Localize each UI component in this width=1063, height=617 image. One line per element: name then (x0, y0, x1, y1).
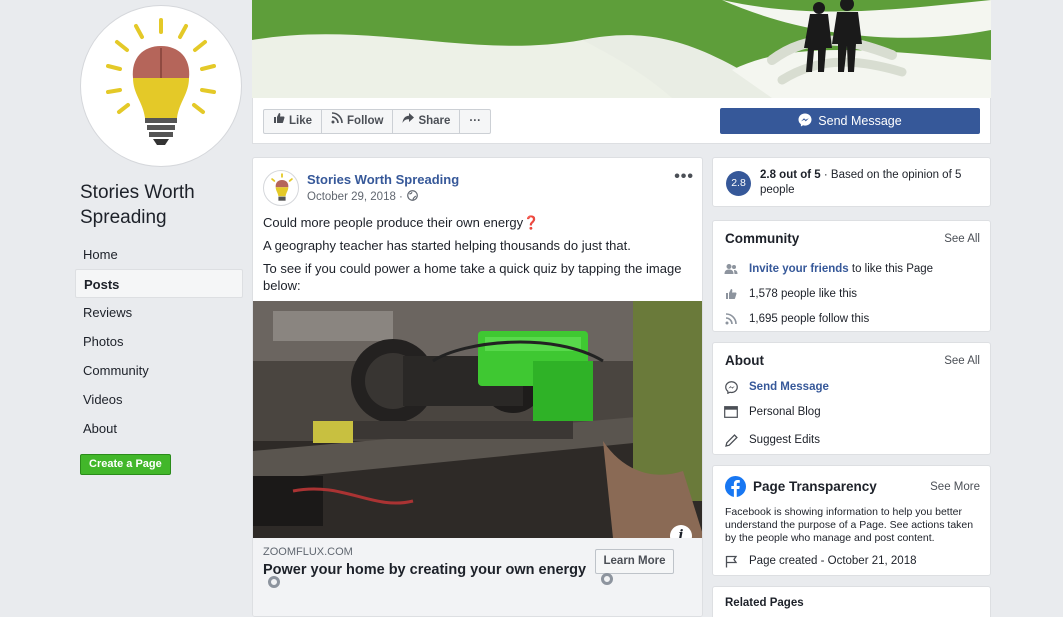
rating-text: 2.8 out of 5 · Based on the opinion of 5… (760, 168, 985, 198)
page-created-row: Page created - October 21, 2018 (723, 553, 917, 569)
post-options-button[interactable]: ••• (674, 168, 694, 186)
share-button[interactable]: Share (393, 110, 461, 133)
flag-icon (723, 553, 739, 569)
link-preview[interactable]: ZOOMFLUX.COM Power your home by creating… (253, 538, 702, 616)
about-send-message-link[interactable]: Send Message (749, 381, 829, 393)
rating-badge: 2.8 (726, 171, 751, 196)
community-see-all-link[interactable]: See All (944, 233, 980, 245)
page-created-text: Page created - October 21, 2018 (749, 555, 917, 567)
page-transparency-title: Page Transparency (753, 479, 877, 494)
related-pages-title: Related Pages (725, 597, 804, 609)
page-title-line1: Stories Worth (80, 182, 195, 203)
page-transparency-description: Facebook is showing information to help … (725, 506, 974, 544)
page-action-bar: Like Follow Share ··· Send Message (252, 98, 991, 144)
community-card: Community See All Invite your friends to… (712, 220, 991, 332)
post-ad-image[interactable]: i (253, 301, 702, 538)
about-card: About See All Send Message Personal Blog… (712, 342, 991, 455)
post-line-2: A geography teacher has started helping … (263, 238, 631, 253)
cover-illustration (252, 0, 991, 98)
rss-icon (723, 311, 739, 327)
page-transparency-see-more-link[interactable]: See More (930, 481, 980, 493)
pencil-icon (723, 432, 739, 448)
messenger-icon (723, 379, 739, 395)
nav-item-posts[interactable]: Posts (75, 269, 243, 298)
likes-row: 1,578 people like this (723, 286, 857, 302)
blog-icon (723, 404, 739, 420)
nav-item-photos[interactable]: Photos (75, 327, 243, 356)
invite-friends-link[interactable]: Invite your friends (749, 263, 849, 275)
thumbs-up-icon (723, 286, 739, 302)
learn-more-button[interactable]: Learn More (595, 549, 674, 574)
thumbs-up-icon (273, 110, 285, 133)
cover-photo[interactable] (252, 0, 991, 98)
nav-item-reviews[interactable]: Reviews (75, 298, 243, 327)
post-timestamp: October 29, 2018 · (307, 190, 418, 204)
post-line-3: To see if you could power a home take a … (263, 261, 682, 293)
lightbulb-brain-logo (106, 18, 216, 145)
rating-card: 2.8 2.8 out of 5 · Based on the opinion … (712, 157, 991, 207)
create-page-button[interactable]: Create a Page (80, 454, 171, 475)
rating-score[interactable]: 2.8 out of 5 (760, 169, 821, 181)
follow-button[interactable]: Follow (322, 110, 394, 133)
friends-icon (723, 261, 739, 277)
globe-icon (407, 190, 418, 204)
share-label: Share (418, 115, 451, 127)
post-line-1: Could more people produce their own ener… (263, 214, 693, 231)
rss-follow-icon (331, 110, 343, 133)
personal-blog-text[interactable]: Personal Blog (749, 406, 821, 418)
page-navigation: Home Posts Reviews Photos Community Vide… (75, 240, 243, 443)
about-send-message-row: Send Message (723, 379, 829, 395)
community-title: Community (725, 231, 800, 246)
page-title-line2: Spreading (80, 207, 167, 228)
post-author-avatar[interactable] (263, 170, 299, 206)
follow-label: Follow (347, 115, 384, 127)
follows-count-text[interactable]: 1,695 people follow this (749, 313, 869, 325)
loading-spinner-icon (268, 576, 280, 588)
lightbulb-brain-logo (271, 173, 293, 201)
nav-item-home[interactable]: Home (75, 240, 243, 269)
suggest-edits-row: Suggest Edits (723, 432, 820, 448)
suggest-edits-text[interactable]: Suggest Edits (749, 434, 820, 446)
post-line-1-text: Could more people produce their own ener… (263, 215, 524, 230)
post-card: Stories Worth Spreading October 29, 2018… (252, 157, 703, 617)
send-message-label: Send Message (818, 114, 902, 128)
personal-blog-row: Personal Blog (723, 404, 821, 420)
page-title: Stories Worth Spreading (80, 180, 240, 230)
post-date-text[interactable]: October 29, 2018 · (307, 191, 403, 203)
send-message-button[interactable]: Send Message (720, 108, 980, 134)
invite-friends-suffix: to like this Page (851, 263, 934, 275)
post-author-name[interactable]: Stories Worth Spreading (307, 172, 459, 187)
page-transparency-card: Page Transparency See More Facebook is s… (712, 465, 991, 576)
invite-friends-row: Invite your friends to like this Page (723, 261, 933, 277)
like-label: Like (289, 115, 313, 127)
share-arrow-icon (402, 110, 415, 133)
page-action-buttons: Like Follow Share ··· (263, 109, 491, 134)
nav-item-videos[interactable]: Videos (75, 385, 243, 414)
link-domain: ZOOMFLUX.COM (263, 546, 353, 558)
question-mark-emoji: ❓ (523, 215, 540, 230)
more-actions-button[interactable]: ··· (460, 110, 490, 133)
likes-count-text[interactable]: 1,578 people like this (749, 288, 857, 300)
messenger-icon (798, 113, 812, 130)
like-button[interactable]: Like (264, 110, 323, 133)
post-body: Could more people produce their own ener… (263, 214, 693, 300)
generator-photo (253, 301, 702, 538)
link-title[interactable]: Power your home by creating your own ene… (263, 562, 586, 578)
invite-friends-text: Invite your friends to like this Page (749, 263, 933, 275)
page-profile-picture[interactable] (80, 5, 242, 167)
follows-row: 1,695 people follow this (723, 311, 869, 327)
nav-item-about[interactable]: About (75, 414, 243, 443)
facebook-logo-icon (725, 476, 746, 502)
about-see-all-link[interactable]: See All (944, 355, 980, 367)
related-pages-card: Related Pages (712, 586, 991, 617)
nav-item-community[interactable]: Community (75, 356, 243, 385)
loading-spinner-icon (601, 573, 613, 585)
about-title: About (725, 353, 764, 368)
